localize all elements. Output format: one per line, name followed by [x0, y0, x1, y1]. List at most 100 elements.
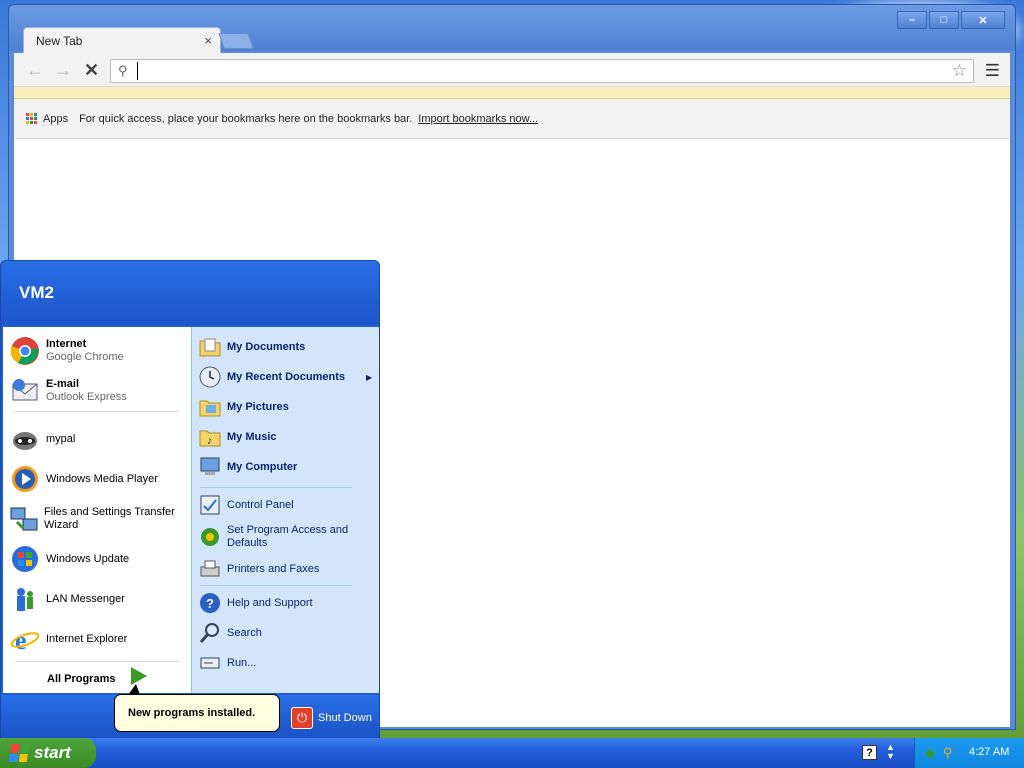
address-input[interactable] — [137, 62, 937, 80]
recent-label: Internet Explorer — [46, 632, 128, 645]
start-label: start — [34, 743, 71, 762]
recent-label: LAN Messenger — [46, 592, 125, 605]
new-tab-button[interactable] — [218, 33, 254, 49]
all-programs-arrow-icon[interactable] — [131, 667, 147, 685]
printer-icon — [198, 557, 222, 581]
places-label: Run... — [227, 656, 257, 669]
import-bookmarks-link[interactable]: Import bookmarks now... — [418, 113, 538, 125]
start-menu-right-pane: My Documents My Recent Documents ▶ My Pi… — [191, 327, 379, 693]
places-label: Control Panel — [227, 498, 294, 511]
minimize-button[interactable]: – — [897, 11, 927, 29]
shutdown-button[interactable]: ⏻ Shut Down — [291, 707, 372, 729]
places-my-pictures[interactable]: My Pictures — [198, 393, 289, 421]
mypal-icon — [9, 423, 41, 455]
start-menu: VM2 Internet Google Chrome E-mail Outloo… — [0, 260, 380, 739]
recent-label: Windows Media Player — [46, 472, 158, 485]
places-label: Printers and Faxes — [227, 562, 320, 575]
power-icon: ⏻ — [291, 707, 313, 729]
system-tray: ◆ ⚲ 4:27 AM — [914, 738, 1024, 768]
svg-text:e: e — [15, 626, 27, 654]
recent-label: mypal — [46, 432, 76, 445]
back-arrow-icon[interactable]: ← — [26, 60, 44, 81]
pinned-title: Internet — [46, 338, 87, 350]
menu-separator — [15, 411, 179, 412]
computer-icon — [198, 455, 222, 479]
search-icon — [198, 621, 222, 645]
recent-item-lan-messenger[interactable]: LAN Messenger — [9, 581, 125, 617]
apps-grid-icon[interactable] — [26, 113, 37, 124]
places-my-computer[interactable]: My Computer — [198, 453, 297, 481]
pinned-subtitle: Outlook Express — [46, 391, 127, 403]
folder-pictures-icon — [198, 395, 222, 419]
pinned-subtitle: Google Chrome — [46, 351, 124, 363]
forward-arrow-icon[interactable]: → — [54, 60, 72, 81]
chrome-icon — [9, 335, 41, 367]
help-icon: ? — [198, 591, 222, 615]
recent-label: Windows Update — [46, 552, 130, 565]
submenu-arrow-icon: ▶ — [366, 373, 373, 382]
tab-close-icon[interactable]: × — [204, 33, 212, 48]
network-tray-icon[interactable]: ◆ — [925, 745, 935, 761]
all-programs-button[interactable]: All Programs — [47, 673, 115, 685]
pinned-item-email[interactable]: E-mail Outlook Express — [9, 373, 127, 409]
run-icon — [198, 651, 222, 675]
start-menu-left-pane: Internet Google Chrome E-mail Outlook Ex… — [3, 327, 191, 693]
recent-documents-icon — [198, 365, 222, 389]
places-label: Search — [227, 626, 262, 639]
outlook-express-icon — [9, 375, 41, 407]
browser-toolbar: ← → ✕ ⚲ ☆ ☰ — [14, 53, 1010, 87]
stop-loading-icon[interactable]: ✕ — [84, 60, 99, 81]
recent-item-mypal[interactable]: mypal — [9, 421, 75, 457]
apps-shortcut[interactable]: Apps — [43, 113, 68, 125]
recent-item-internet-explorer[interactable]: e Internet Explorer — [9, 621, 127, 657]
tab-title: New Tab — [36, 33, 83, 48]
places-label: My Recent Documents — [227, 370, 345, 383]
omnibox[interactable]: ⚲ ☆ — [110, 59, 974, 83]
tab-new-tab[interactable]: New Tab × — [23, 27, 221, 53]
svg-text:?: ? — [206, 596, 214, 611]
internet-explorer-icon: e — [9, 623, 41, 655]
search-tray-icon[interactable]: ⚲ — [943, 745, 953, 761]
folder-documents-icon — [198, 335, 222, 359]
clock[interactable]: 4:27 AM — [969, 746, 1009, 758]
transfer-wizard-icon — [9, 503, 39, 535]
help-tray-icon[interactable]: ? — [862, 745, 877, 760]
shutdown-label: Shut Down — [318, 712, 372, 724]
places-my-documents[interactable]: My Documents — [198, 333, 305, 361]
taskbar: start ? ▲ ▼ ◆ ⚲ 4:27 AM — [0, 738, 1024, 768]
window-controls: – □ ✕ — [897, 11, 1005, 29]
places-control-panel[interactable]: Control Panel — [198, 491, 294, 519]
places-label: Help and Support — [227, 596, 313, 609]
balloon-text: New programs installed. — [128, 707, 256, 719]
places-printers-faxes[interactable]: Printers and Faxes — [198, 555, 319, 583]
user-name: VM2 — [19, 283, 54, 302]
media-player-icon — [9, 463, 41, 495]
places-label: My Computer — [227, 460, 298, 473]
recent-item-transfer-wizard[interactable]: Files and Settings Transfer Wizard — [9, 501, 191, 537]
program-defaults-icon — [198, 525, 222, 549]
places-my-recent-documents[interactable]: My Recent Documents — [198, 363, 345, 391]
maximize-button[interactable]: □ — [929, 11, 959, 29]
folder-music-icon: ♪ — [198, 425, 222, 449]
search-icon: ⚲ — [118, 63, 128, 78]
notification-balloon[interactable]: New programs installed. — [114, 694, 280, 732]
places-label: My Pictures — [227, 400, 289, 413]
places-my-music[interactable]: ♪ My Music — [198, 423, 277, 451]
recent-item-windows-update[interactable]: Windows Update — [9, 541, 129, 577]
windows-update-icon — [9, 543, 41, 575]
bookmark-star-icon[interactable]: ☆ — [952, 61, 967, 81]
pinned-item-internet[interactable]: Internet Google Chrome — [9, 333, 124, 369]
start-button[interactable]: start — [0, 738, 96, 768]
places-program-defaults[interactable]: Set Program Access and Defaults — [198, 521, 357, 553]
menu-separator — [200, 585, 352, 586]
places-run[interactable]: Run... — [198, 649, 256, 677]
chrome-menu-icon[interactable]: ☰ — [985, 61, 1000, 81]
bookmarks-hint: For quick access, place your bookmarks h… — [79, 112, 413, 125]
menu-separator — [15, 661, 179, 662]
close-window-button[interactable]: ✕ — [961, 11, 1005, 29]
places-label: My Documents — [227, 340, 306, 353]
tray-chevron-icon[interactable]: ▲ ▼ — [886, 743, 895, 761]
recent-item-media-player[interactable]: Windows Media Player — [9, 461, 158, 497]
places-help-support[interactable]: ? Help and Support — [198, 589, 313, 617]
places-search[interactable]: Search — [198, 619, 262, 647]
